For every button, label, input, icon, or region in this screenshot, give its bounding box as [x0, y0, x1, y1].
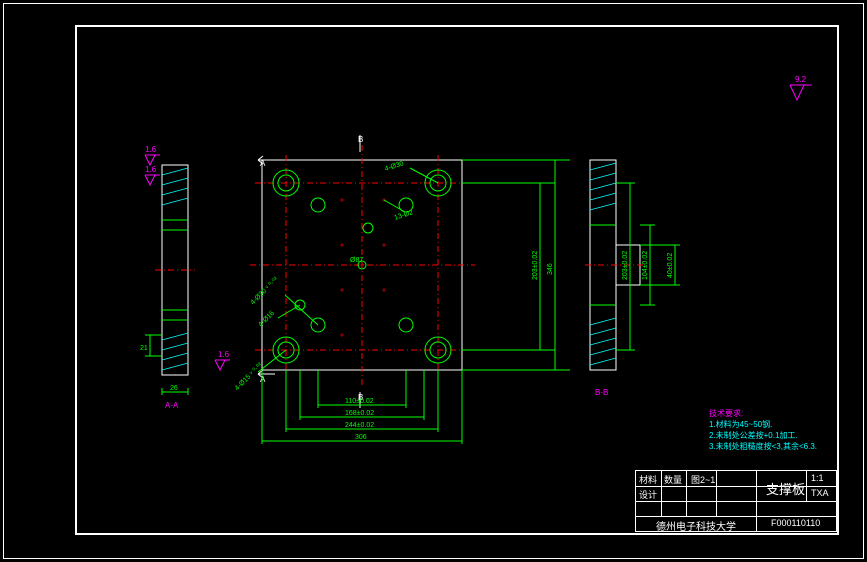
svg-text:1.6: 1.6 — [145, 145, 157, 154]
surface-mark-2: 1.6 — [145, 165, 160, 185]
notes-title: 技术要求: — [709, 408, 817, 419]
dim-21: 21 — [140, 345, 148, 352]
callout-4d30v: 4-Ø30 ᵛ ⁰·⁰² — [249, 275, 280, 306]
dim-346: 346 — [547, 263, 554, 275]
dim-40: 40±0.02 — [667, 253, 674, 278]
callout-13d2: 13-Ø2 — [393, 209, 414, 222]
svg-text:9.2: 9.2 — [795, 75, 807, 84]
dim-203: 203±0.02 — [532, 251, 539, 280]
tb-design: 设计 — [639, 488, 657, 501]
notes-item-1: 1.材料为45~50钢. — [709, 419, 817, 430]
dim-104: 104±0.02 — [642, 251, 649, 280]
callout-4d30: 4-Ø30 — [384, 160, 405, 173]
svg-text:1.6: 1.6 — [218, 350, 230, 359]
surface-finish-global: 9.2 — [790, 75, 812, 100]
tb-fig: 图2~1 — [691, 473, 715, 486]
tb-qty: 数量 — [664, 473, 682, 486]
dim-306: 306 — [355, 434, 367, 441]
callout-4d16: 4-Ø16 — [257, 310, 276, 329]
section-mark-b1: B — [358, 135, 363, 144]
tb-org: 德州电子科技大学 — [656, 518, 736, 533]
svg-text:1.6: 1.6 — [145, 165, 157, 174]
dim-26: 26 — [170, 385, 178, 392]
dim-168: 168±0.02 — [345, 410, 374, 417]
notes-item-3: 3.未制处粗糙度按<3,其余<6.3. — [709, 441, 817, 452]
tb-mass: TXA — [811, 488, 829, 498]
dim-244: 244±0.02 — [345, 422, 374, 429]
technical-notes: 技术要求: 1.材料为45~50钢. 2.未制处公差按+0.1加工. 3.未制处… — [709, 408, 817, 452]
tb-dwgno: F000110110 — [771, 518, 820, 528]
section-label-aa: A-A — [165, 401, 179, 410]
section-label-bb: B-B — [595, 388, 608, 397]
tb-title: 支撑板 — [766, 479, 805, 498]
callout-center: Ø87 — [350, 257, 363, 264]
surface-mark-1: 1.6 — [145, 145, 160, 165]
tb-material: 材料 — [639, 473, 657, 486]
section-view-aa: 26 21 A-A 1.6 1.6 1.6 — [140, 145, 230, 410]
tb-scale: 1:1 — [811, 473, 824, 483]
surface-mark-3: 1.6 — [215, 350, 230, 370]
plan-view: Ø87 4-Ø30 13-Ø2 4-Ø30 ᵛ ⁰·⁰² 4-Ø16 4-Ø15… — [233, 135, 570, 444]
title-block: 材料 数量 图2~1 设计 支撑板 1:1 TXA 德州电子科技大学 F0001… — [635, 470, 837, 532]
section-view-bb: B-B 203±0.02 104±0.02 40±0.02 — [585, 160, 680, 397]
dim-203b: 203±0.02 — [622, 251, 629, 280]
dim-110: 110±0.02 — [345, 398, 374, 405]
notes-item-2: 2.未制处公差按+0.1加工. — [709, 430, 817, 441]
